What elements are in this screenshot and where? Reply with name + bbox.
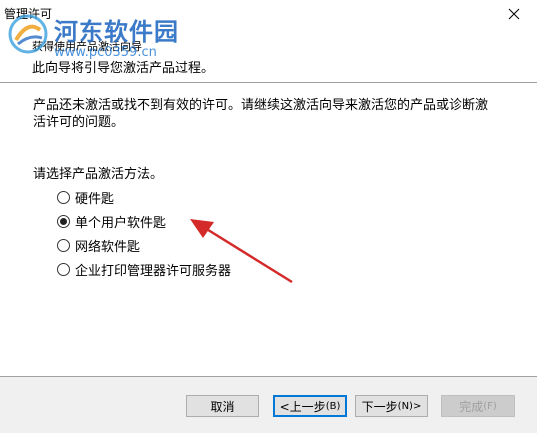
- watermark-url: www.pc0359.cn: [54, 45, 157, 60]
- option-network-key[interactable]: 网络软件匙: [57, 236, 140, 255]
- description-text: 产品还未激活或找不到有效的许可。请继续这激活向导来激活您的产品或诊断激活许可的问…: [33, 98, 489, 130]
- radio-button-selected[interactable]: [57, 215, 70, 228]
- cancel-label: 取消: [210, 399, 235, 414]
- radio-button[interactable]: [57, 239, 70, 252]
- radio-button[interactable]: [57, 191, 70, 204]
- next-button[interactable]: 下一步 (N)>: [355, 395, 428, 417]
- header-divider: [0, 82, 537, 83]
- close-icon: [508, 8, 520, 20]
- method-prompt: 请选择产品激活方法。: [33, 167, 164, 182]
- option-license-server[interactable]: 企业打印管理器许可服务器: [57, 260, 231, 279]
- option-label: 企业打印管理器许可服务器: [75, 264, 232, 279]
- next-label: 下一步: [361, 399, 398, 414]
- watermark: 河东软件园 www.pc0359.cn: [6, 12, 226, 72]
- finish-mnemonic: (F): [483, 400, 497, 412]
- back-label: <上一步: [279, 399, 326, 414]
- finish-button[interactable]: 完成 (F): [441, 395, 515, 417]
- back-button[interactable]: <上一步 (B): [273, 395, 347, 417]
- option-label: 单个用户软件匙: [75, 216, 167, 231]
- next-mnemonic: (N)>: [397, 400, 422, 412]
- logo-icon: [8, 14, 48, 54]
- watermark-brand: 河东软件园: [54, 17, 179, 46]
- option-label: 网络软件匙: [75, 240, 141, 255]
- option-label: 硬件匙: [75, 192, 115, 207]
- finish-label: 完成: [459, 399, 484, 414]
- back-mnemonic: (B): [325, 400, 341, 412]
- radio-button[interactable]: [57, 263, 70, 276]
- cancel-button[interactable]: 取消: [186, 395, 259, 417]
- option-hardware-key[interactable]: 硬件匙: [57, 188, 114, 207]
- close-button[interactable]: [491, 0, 537, 28]
- option-single-user-key[interactable]: 单个用户软件匙: [57, 212, 166, 231]
